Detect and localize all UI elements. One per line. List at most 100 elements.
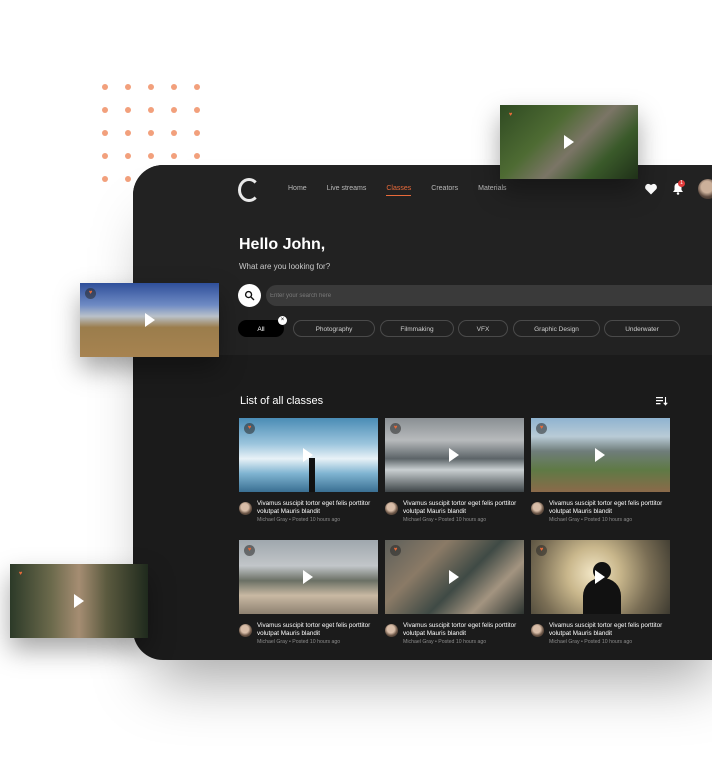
dot: [125, 107, 131, 113]
play-icon[interactable]: [74, 594, 84, 608]
favorite-icon[interactable]: [244, 423, 255, 434]
sort-icon[interactable]: [656, 396, 668, 406]
play-icon[interactable]: [303, 570, 313, 584]
dot: [125, 84, 131, 90]
dot: [148, 107, 154, 113]
greeting-title: Hello John,: [239, 236, 326, 253]
favorite-icon[interactable]: [15, 569, 26, 580]
notification-badge: 1: [678, 180, 685, 187]
dot: [194, 107, 200, 113]
dot: [171, 130, 177, 136]
card-posted: Posted 10 hours ago: [292, 639, 341, 645]
dot: [194, 153, 200, 159]
class-thumbnail[interactable]: [531, 418, 670, 492]
card-author: Michael Gray: [403, 517, 434, 523]
card-meta: Michael Gray • Posted 10 hours ago: [403, 517, 487, 523]
dot: [102, 130, 108, 136]
play-icon[interactable]: [449, 448, 459, 462]
card-author: Michael Gray: [403, 639, 434, 645]
card-meta: Michael Gray • Posted 10 hours ago: [257, 639, 341, 645]
author-avatar: [239, 502, 252, 515]
author-avatar: [385, 502, 398, 515]
dot: [125, 176, 131, 182]
class-thumbnail[interactable]: [239, 540, 378, 614]
logo-icon[interactable]: [238, 178, 260, 202]
search-button[interactable]: [238, 284, 261, 307]
card-posted: Posted 10 hours ago: [292, 517, 341, 523]
class-thumbnail[interactable]: [385, 540, 524, 614]
play-icon[interactable]: [595, 448, 605, 462]
class-thumbnail[interactable]: [385, 418, 524, 492]
play-icon[interactable]: [144, 313, 155, 327]
class-thumbnail[interactable]: [239, 418, 378, 492]
dot: [102, 153, 108, 159]
chip-filmmaking[interactable]: Filmmaking: [380, 320, 454, 337]
card-title[interactable]: Vivamus suscipit tortor eget felis portt…: [257, 622, 377, 638]
dot: [148, 153, 154, 159]
card-title[interactable]: Vivamus suscipit tortor eget felis portt…: [549, 622, 669, 638]
favorite-icon[interactable]: [390, 545, 401, 556]
chip-graphic-design[interactable]: Graphic Design: [513, 320, 600, 337]
card-title[interactable]: Vivamus suscipit tortor eget felis portt…: [549, 500, 669, 516]
card-posted: Posted 10 hours ago: [438, 639, 487, 645]
close-icon[interactable]: ×: [278, 316, 287, 325]
chip-vfx[interactable]: VFX: [458, 320, 508, 337]
card-title[interactable]: Vivamus suscipit tortor eget felis portt…: [403, 500, 523, 516]
chip-all[interactable]: All: [238, 320, 284, 337]
play-icon[interactable]: [449, 570, 459, 584]
user-avatar[interactable]: [698, 179, 712, 199]
class-thumbnail[interactable]: [531, 540, 670, 614]
play-icon[interactable]: [564, 135, 574, 149]
card-title[interactable]: Vivamus suscipit tortor eget felis portt…: [257, 500, 377, 516]
card-author: Michael Gray: [257, 639, 288, 645]
dot: [148, 84, 154, 90]
nav-home[interactable]: Home: [288, 185, 307, 192]
main-nav: Home Live streams Classes Creators Mater…: [288, 185, 527, 196]
favorite-icon[interactable]: [85, 288, 96, 299]
author-avatar: [531, 502, 544, 515]
dot: [171, 107, 177, 113]
floating-video-portrait[interactable]: [10, 564, 148, 638]
dot: [171, 84, 177, 90]
play-icon[interactable]: [595, 570, 605, 584]
card-meta: Michael Gray • Posted 10 hours ago: [549, 639, 633, 645]
search-input[interactable]: [266, 285, 712, 306]
floating-video-field[interactable]: [80, 283, 219, 357]
dot: [194, 130, 200, 136]
card-author: Michael Gray: [257, 517, 288, 523]
card-posted: Posted 10 hours ago: [584, 639, 633, 645]
card-posted: Posted 10 hours ago: [438, 517, 487, 523]
app-window: Home Live streams Classes Creators Mater…: [133, 165, 712, 660]
dot: [125, 130, 131, 136]
author-avatar: [239, 624, 252, 637]
dot: [102, 84, 108, 90]
chip-underwater[interactable]: Underwater: [604, 320, 680, 337]
greeting-subtitle: What are you looking for?: [239, 262, 331, 271]
favorite-icon[interactable]: [390, 423, 401, 434]
card-posted: Posted 10 hours ago: [584, 517, 633, 523]
play-icon[interactable]: [303, 448, 313, 462]
dot: [194, 84, 200, 90]
favorite-icon[interactable]: [536, 545, 547, 556]
tripod-shape: [309, 458, 315, 492]
nav-live-streams[interactable]: Live streams: [327, 185, 367, 192]
dot: [102, 176, 108, 182]
card-meta: Michael Gray • Posted 10 hours ago: [403, 639, 487, 645]
nav-materials[interactable]: Materials: [478, 185, 506, 192]
favorite-icon[interactable]: [244, 545, 255, 556]
favorite-icon[interactable]: [505, 110, 516, 121]
favorite-icon[interactable]: [536, 423, 547, 434]
author-avatar: [385, 624, 398, 637]
card-title[interactable]: Vivamus suscipit tortor eget felis portt…: [403, 622, 523, 638]
heart-icon[interactable]: [644, 183, 658, 195]
card-meta: Michael Gray • Posted 10 hours ago: [257, 517, 341, 523]
floating-video-forest[interactable]: [500, 105, 638, 179]
dot: [171, 153, 177, 159]
nav-classes[interactable]: Classes: [386, 185, 411, 196]
section-title: List of all classes: [240, 395, 324, 407]
dot: [125, 153, 131, 159]
chip-photography[interactable]: Photography: [293, 320, 375, 337]
dot: [102, 107, 108, 113]
nav-creators[interactable]: Creators: [431, 185, 458, 192]
dot: [148, 130, 154, 136]
